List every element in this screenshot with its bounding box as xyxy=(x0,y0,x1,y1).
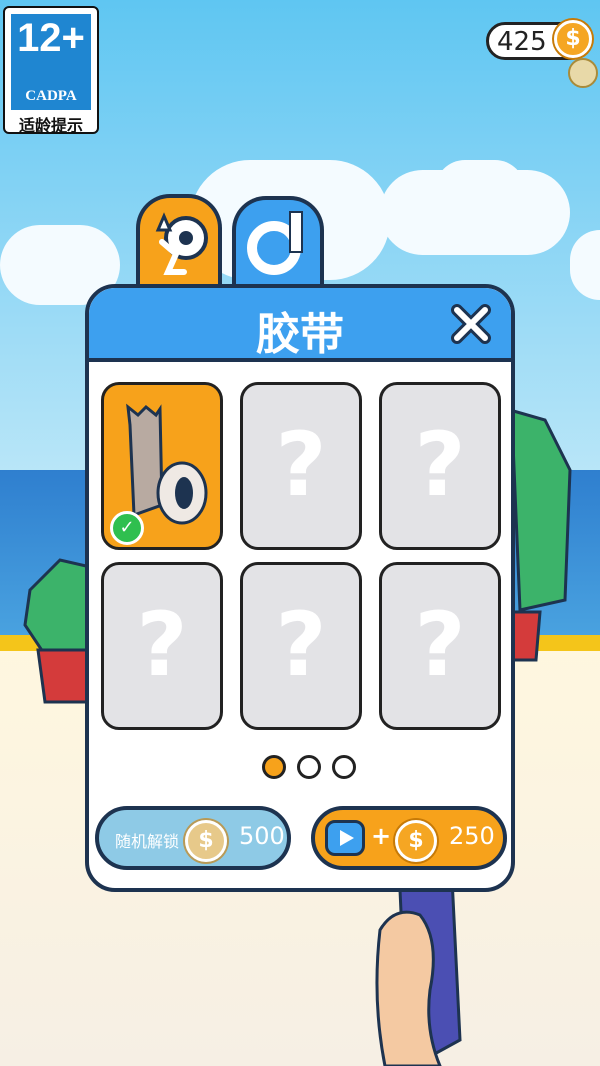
bush xyxy=(508,407,572,612)
dollar-coin-icon: $ xyxy=(395,820,437,862)
watch-ad-coin-button[interactable]: + $ 250 xyxy=(311,806,507,870)
question-mark: ? xyxy=(414,413,466,516)
player-hand xyxy=(375,910,442,1066)
dollar-coin-icon: $ xyxy=(554,20,592,58)
tab-tape-dispenser[interactable] xyxy=(136,194,222,290)
panel-header: 胶带 xyxy=(89,288,511,362)
question-mark: ? xyxy=(275,413,327,516)
play-triangle xyxy=(340,830,354,846)
panel-title: 胶带 xyxy=(256,309,344,360)
plus-sign: + xyxy=(371,822,392,850)
tape-strip xyxy=(289,211,303,253)
skin-slot-locked[interactable]: ? xyxy=(379,562,501,730)
age-rating-hint: 适龄提示 xyxy=(18,116,83,135)
skin-slot-locked[interactable]: ? xyxy=(101,562,223,730)
close-icon[interactable] xyxy=(451,304,491,344)
skin-slot-locked[interactable]: ? xyxy=(379,382,501,550)
selected-check-icon: ✓ xyxy=(110,511,144,545)
watch-ad-price: 250 xyxy=(449,822,495,850)
page-dot[interactable] xyxy=(332,755,357,779)
age-rating-badge: 12+ CADPA 适龄提示 xyxy=(3,6,99,135)
dispenser-blade xyxy=(155,212,173,232)
skin-slot-locked[interactable]: ? xyxy=(240,562,362,730)
play-triangle-shape xyxy=(340,830,354,846)
tab-tape-roll[interactable] xyxy=(232,196,324,290)
page-dot[interactable] xyxy=(297,755,322,779)
play-video-icon xyxy=(325,820,365,856)
close-icon-cross-fill xyxy=(454,307,488,341)
random-unlock-label: 随机解锁 xyxy=(115,832,180,851)
tape-roll-icon xyxy=(247,211,303,275)
dollar-coin-icon: $ xyxy=(185,820,227,862)
coin-amount: 425 xyxy=(497,27,547,57)
question-mark: ? xyxy=(414,593,466,696)
page-dot-active[interactable] xyxy=(262,755,286,779)
question-mark: ? xyxy=(275,593,327,696)
tape-dispenser-icon xyxy=(155,212,208,275)
age-rating-org: CADPA xyxy=(25,88,77,104)
tape-roll-hole xyxy=(175,477,193,509)
page-indicator xyxy=(262,755,362,783)
random-unlock-button[interactable]: 随机解锁 $ 500 xyxy=(95,806,291,870)
skin-slot-selected[interactable]: ✓ xyxy=(101,382,223,550)
random-unlock-price: 500 xyxy=(239,822,285,850)
settings-gear-icon[interactable] xyxy=(568,58,598,88)
question-mark: ? xyxy=(136,593,188,696)
tape-roll-hole xyxy=(179,231,193,245)
age-rating-number: 12+ xyxy=(17,16,85,60)
skin-slot-locked[interactable]: ? xyxy=(240,382,362,550)
tape-selection-panel: 胶带 ✓ ? ? ? ? ? 随机解锁 $ 500 + $ 250 xyxy=(85,284,515,892)
